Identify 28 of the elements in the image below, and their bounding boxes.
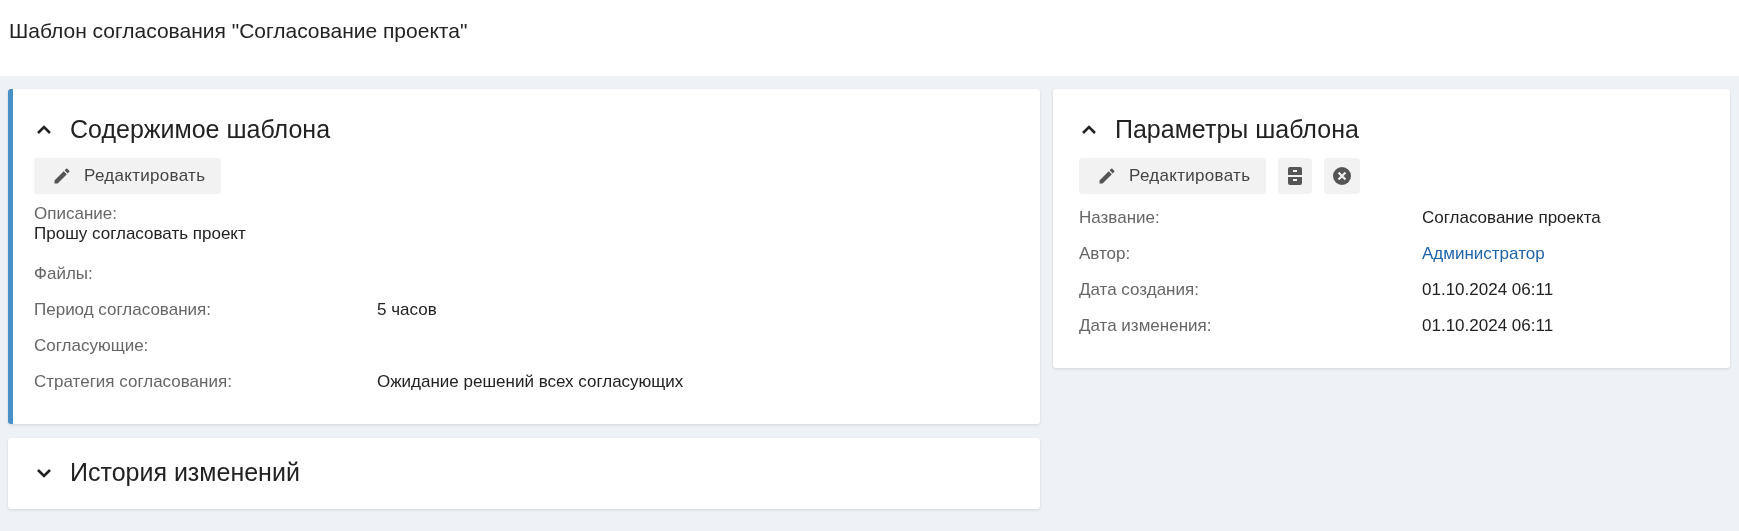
field-label: Файлы: [34, 264, 94, 284]
edit-button[interactable]: Редактировать [1079, 158, 1267, 194]
pencil-icon [52, 166, 72, 186]
field-label: Согласующие: [34, 336, 150, 356]
field-label: Дата создания: [1079, 280, 1200, 300]
field-label: Стратегия согласования: [34, 372, 233, 392]
page-title: Шаблон согласования "Согласование проекта" [9, 19, 468, 43]
field-value: 5 часов [377, 300, 438, 320]
field-value: Ожидание решений всех согласующих [377, 372, 685, 392]
field-label: Дата изменения: [1079, 316, 1213, 336]
panel-title: Содержимое шаблона [70, 115, 331, 144]
field-value: 01.10.2024 06:11 [1422, 280, 1555, 300]
delete-button[interactable] [1324, 158, 1361, 194]
field-label: Описание: [34, 204, 118, 224]
archive-icon [1286, 166, 1305, 186]
field-label: Автор: [1079, 244, 1132, 264]
pencil-icon [1097, 166, 1117, 186]
field-value: Прошу согласовать проект [34, 224, 247, 244]
field-value: Согласование проекта [1422, 208, 1602, 228]
panel-title: История изменений [70, 458, 300, 487]
panel-title: Параметры шаблона [1115, 115, 1359, 144]
edit-button[interactable]: Редактировать [34, 158, 222, 194]
field-label: Период согласования: [34, 300, 212, 320]
author-link[interactable]: Администратор [1422, 244, 1706, 264]
field-value: 01.10.2024 06:11 [1422, 316, 1555, 336]
archive-button[interactable] [1278, 158, 1313, 194]
close-icon [1332, 166, 1353, 186]
field-label: Название: [1079, 208, 1161, 228]
